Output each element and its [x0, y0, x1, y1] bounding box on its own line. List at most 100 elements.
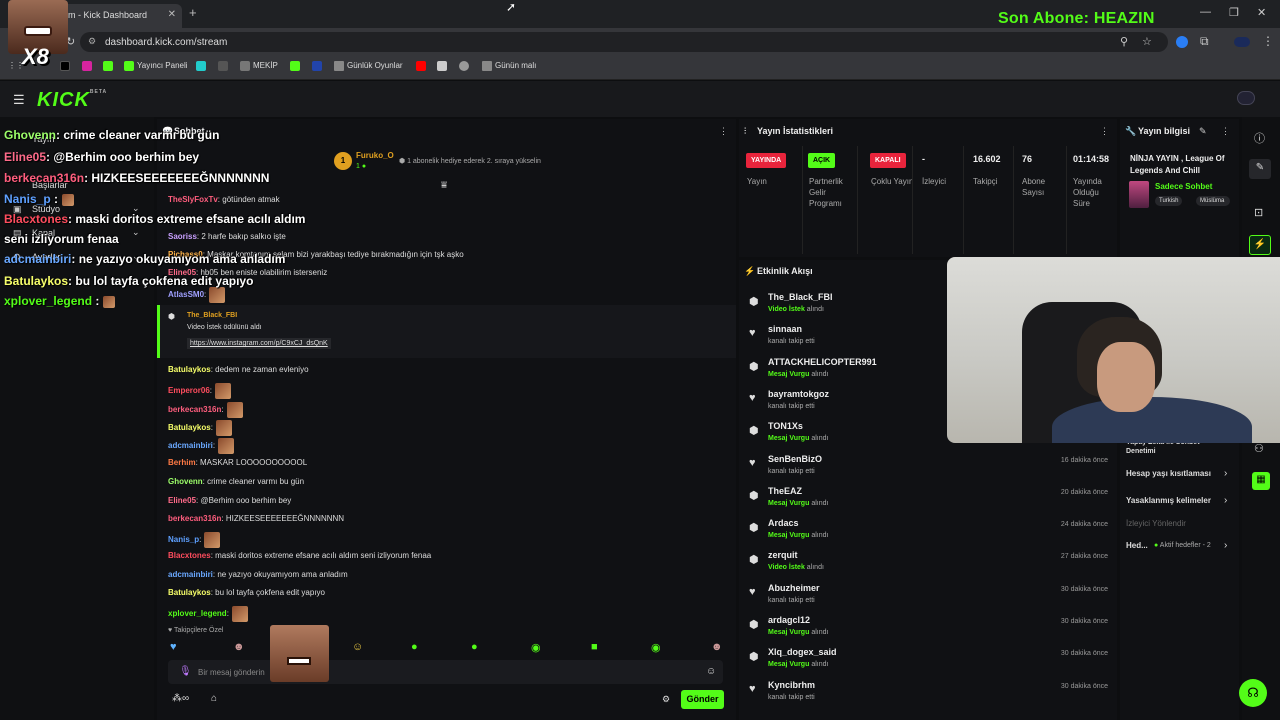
close-window-button[interactable]: ✕	[1257, 6, 1266, 19]
emote[interactable]: ☻	[233, 641, 245, 653]
chat-username[interactable]: adcmainbiri	[168, 570, 213, 579]
activity-user[interactable]: TheEAZ	[768, 486, 802, 496]
extensions-puzzle-icon[interactable]: ⧉	[1200, 34, 1209, 49]
edit-tool-icon[interactable]: ✎	[1249, 159, 1271, 179]
chat-username[interactable]: Ghovenn	[168, 477, 203, 486]
activity-user[interactable]: bayramtokgoz	[768, 389, 829, 399]
screen-icon[interactable]: ⊡	[1254, 206, 1263, 219]
instagram-bookmark-icon[interactable]	[82, 61, 95, 71]
x-bookmark-icon[interactable]	[60, 61, 73, 71]
stats-menu-icon[interactable]: ⋮	[1100, 126, 1109, 137]
chat-username[interactable]: Nanis_p	[168, 535, 199, 544]
send-button[interactable]: Gönder	[681, 690, 724, 709]
chat-username[interactable]: adcmainbiri	[168, 441, 213, 450]
chat-username[interactable]: Emperor06	[168, 386, 210, 395]
chat-settings-icon[interactable]: ⚙	[662, 694, 670, 705]
bookmark-mekip[interactable]: MEKİP	[240, 61, 278, 71]
edit-icon[interactable]: ✎	[1199, 126, 1207, 137]
chat-username[interactable]: Eline05	[168, 496, 196, 505]
account-age-restriction-link[interactable]: Hesap yaşı kısıtlaması	[1126, 469, 1211, 478]
hamburger-menu-icon[interactable]: ☰	[13, 92, 25, 108]
emote[interactable]: ☺	[352, 641, 363, 653]
lightning-tool-icon[interactable]: ⚡	[1249, 235, 1271, 255]
activity-user[interactable]: Xlq_dogex_said	[768, 647, 837, 657]
category-thumbnail[interactable]	[1129, 181, 1149, 208]
chevron-right-icon[interactable]: ›	[1224, 468, 1227, 479]
bookmark-icon[interactable]	[312, 61, 325, 71]
chevron-right-icon[interactable]: ›	[1224, 495, 1227, 506]
emote[interactable]: ◉	[651, 641, 661, 654]
chat-username[interactable]: Berhim	[168, 458, 196, 467]
microphone-icon[interactable]: 🎙	[179, 666, 192, 677]
kick-bookmark-icon[interactable]	[290, 61, 303, 71]
people-icon[interactable]: ⚇	[1254, 442, 1264, 455]
bookmark-yayinci-paneli[interactable]: Yayıncı Paneli	[124, 61, 188, 71]
activity-user[interactable]: ATTACKHELICOPTER991	[768, 357, 877, 367]
bookmark-icon[interactable]	[218, 61, 231, 71]
pinned-link[interactable]: https://www.instagram.com/p/C9xCJ_dsQnK	[187, 338, 331, 349]
activity-user[interactable]: Abuzheimer	[768, 583, 820, 593]
goals-label[interactable]: Hed...	[1126, 541, 1148, 550]
activity-user[interactable]: zerquit	[768, 550, 798, 560]
store-icon[interactable]: ⌂	[211, 693, 217, 704]
restore-button[interactable]: ❐	[1229, 6, 1239, 19]
banned-words-link[interactable]: Yasaklanmış kelimeler	[1126, 496, 1211, 505]
activity-user[interactable]: Kyncibrhm	[768, 680, 815, 690]
heart-emote[interactable]: ♥	[170, 641, 177, 653]
activity-user[interactable]: ardagcl12	[768, 615, 810, 625]
chevron-down-icon[interactable]: ⌄	[132, 227, 140, 238]
calculator-icon[interactable]: ▦	[1252, 472, 1270, 490]
emote[interactable]: ☻	[711, 641, 723, 653]
pinned-user[interactable]: The_Black_FBI	[187, 312, 237, 319]
emoji-icon[interactable]: ☺	[706, 666, 716, 677]
kick-logo[interactable]: KICKBETA	[37, 89, 107, 112]
activity-user[interactable]: Ardacs	[768, 518, 799, 528]
activity-user[interactable]: SenBenBizO	[768, 454, 822, 464]
url-bar[interactable]: ⚙ dashboard.kick.com/stream ⚲ ☆	[80, 32, 1168, 52]
bookmark-icon[interactable]	[437, 61, 450, 71]
youtube-bookmark-icon[interactable]	[416, 61, 429, 71]
chat-username[interactable]: Saoriss	[168, 232, 197, 241]
emote[interactable]: ●	[471, 641, 478, 653]
chat-username[interactable]: Blacxtones	[168, 551, 211, 560]
emote[interactable]: ■	[591, 641, 598, 653]
chat-username[interactable]: Batulaykos	[168, 365, 211, 374]
chat-username[interactable]: berkecan316n	[168, 405, 221, 414]
tab-close-icon[interactable]: ✕	[168, 9, 176, 20]
bookmark-icon[interactable]	[196, 61, 209, 71]
new-tab-button[interactable]: +	[189, 5, 197, 20]
emote[interactable]: ◉	[531, 641, 541, 654]
browser-menu-icon[interactable]: ⋮	[1262, 34, 1274, 48]
user-avatar[interactable]	[1237, 91, 1255, 105]
zoom-icon[interactable]: ⚲	[1120, 35, 1128, 48]
info-menu-icon[interactable]: ⋮	[1221, 126, 1230, 137]
support-chat-icon[interactable]: ☊	[1239, 679, 1267, 707]
pin-icon[interactable]: ⩸	[441, 180, 447, 191]
chat-username[interactable]: Batulaykos	[168, 588, 211, 597]
activity-user[interactable]: TON1Xs	[768, 421, 803, 431]
minimize-button[interactable]: —	[1200, 6, 1211, 18]
emote[interactable]: ●	[411, 641, 418, 653]
chat-menu-icon[interactable]: ⋮	[719, 126, 728, 137]
points-icon[interactable]: ⁂∞	[172, 693, 189, 704]
kick-bookmark-icon[interactable]	[103, 61, 116, 71]
info-icon[interactable]: ⓘ	[1254, 130, 1265, 146]
activity-user[interactable]: The_Black_FBI	[768, 292, 833, 302]
chat-input[interactable]: Bir mesaj gönderin	[168, 660, 723, 684]
bookmark-icon[interactable]	[459, 61, 472, 71]
extension-icon[interactable]	[1176, 36, 1188, 48]
chat-username[interactable]: AtlasSM0	[168, 290, 204, 299]
bookmark-star-icon[interactable]: ☆	[1142, 35, 1152, 48]
category-name[interactable]: Sadece Sohbet	[1155, 182, 1212, 191]
bookmark-gunun-mali[interactable]: Günün malı	[482, 61, 536, 71]
chat-username[interactable]: berkecan316n	[168, 514, 221, 523]
browser-tab[interactable]: m - Kick Dashboard ✕	[58, 4, 182, 28]
chat-username[interactable]: Batulaykos	[168, 423, 211, 432]
activity-user[interactable]: sinnaan	[768, 324, 802, 334]
site-settings-icon[interactable]: ⚙	[88, 36, 96, 47]
chat-username[interactable]: TheSlyFoxTv	[168, 195, 218, 204]
chevron-right-icon[interactable]: ›	[1224, 540, 1227, 551]
chat-username[interactable]: xplover_legend	[168, 609, 227, 618]
bookmark-gunluk-oyunlar[interactable]: Günlük Oyunlar	[334, 61, 403, 71]
profile-avatar[interactable]	[1234, 37, 1250, 47]
